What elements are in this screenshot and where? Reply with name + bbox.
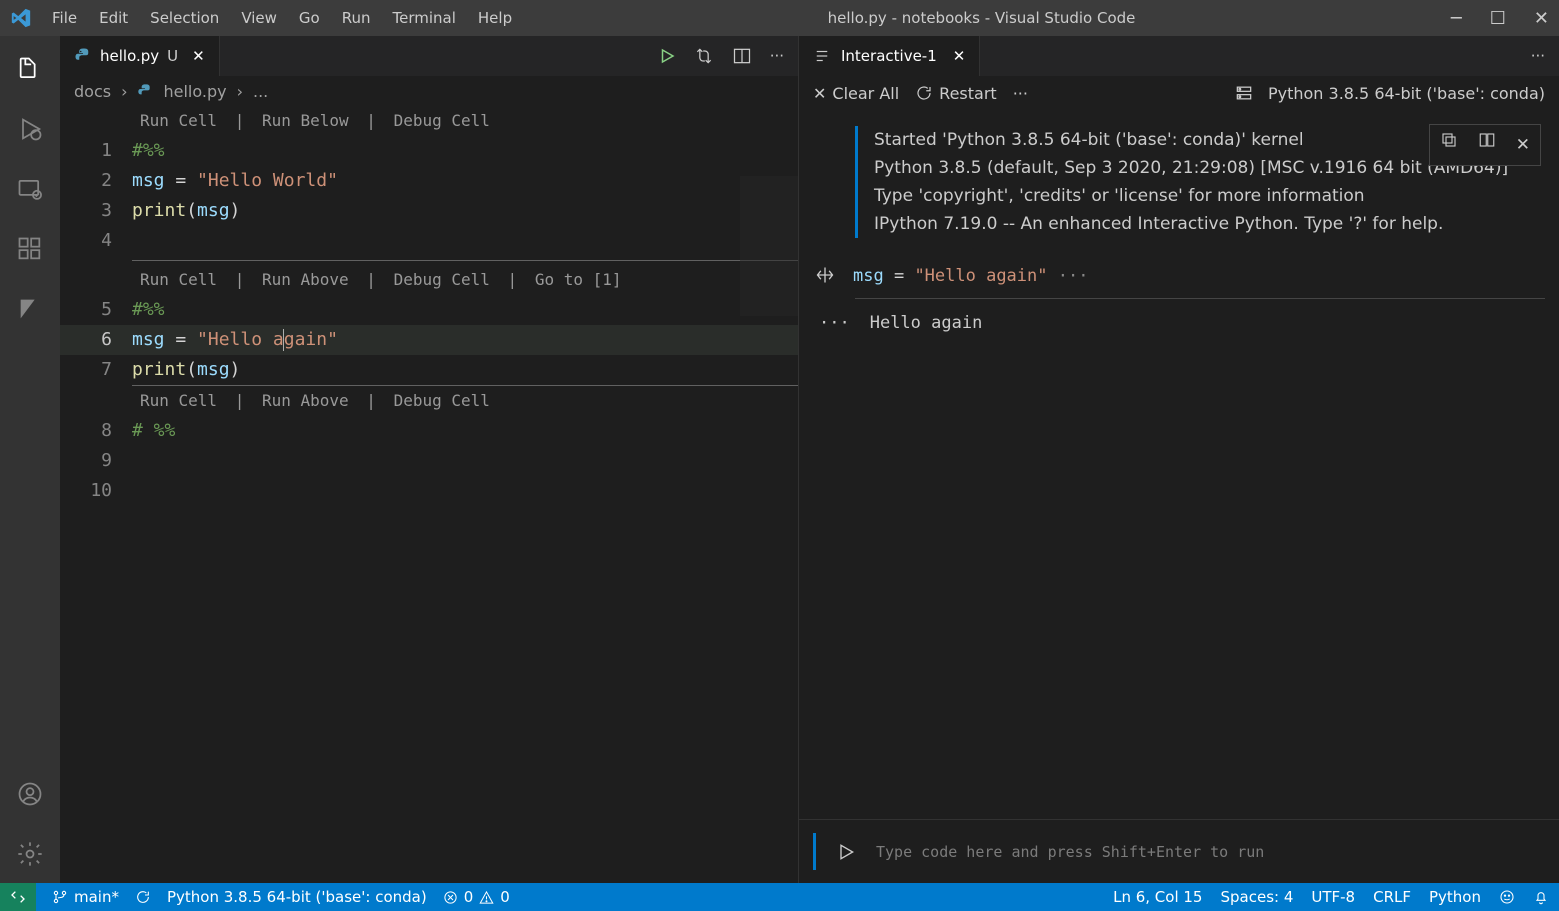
- execute-icon[interactable]: [836, 842, 856, 862]
- split-editor-icon[interactable]: [732, 46, 752, 66]
- python-file-icon: [74, 47, 92, 65]
- status-bar: main* Python 3.8.5 64-bit ('base': conda…: [0, 883, 1559, 911]
- status-indentation[interactable]: Spaces: 4: [1220, 888, 1293, 906]
- git-branch[interactable]: main*: [52, 888, 119, 906]
- interactive-input[interactable]: Type code here and press Shift+Enter to …: [876, 843, 1545, 861]
- title-bar: File Edit Selection View Go Run Terminal…: [0, 0, 1559, 36]
- minimize-icon[interactable]: ─: [1451, 8, 1462, 29]
- activity-bar: [0, 36, 60, 883]
- codelens-cell-1[interactable]: Run Cell | Run Below | Debug Cell: [132, 106, 798, 136]
- run-file-icon[interactable]: [658, 47, 676, 65]
- more-actions-icon[interactable]: ···: [770, 47, 784, 65]
- tab-label: Interactive-1: [841, 47, 937, 65]
- output-collapse-icon[interactable]: ···: [819, 309, 850, 337]
- remote-explorer-icon[interactable]: [15, 174, 45, 204]
- tab-label: hello.py: [100, 47, 159, 65]
- code-line-9[interactable]: [132, 446, 798, 476]
- status-cursor-position[interactable]: Ln 6, Col 15: [1113, 888, 1202, 906]
- notifications-icon[interactable]: [1533, 889, 1549, 905]
- bookmark-icon[interactable]: [15, 294, 45, 324]
- text-cursor: [283, 329, 284, 351]
- menu-edit[interactable]: Edit: [99, 9, 128, 27]
- settings-gear-icon[interactable]: [15, 839, 45, 869]
- python-file-icon: [137, 83, 153, 99]
- vscode-logo-icon: [10, 7, 32, 29]
- cell-floating-toolbar: ✕: [1429, 124, 1541, 166]
- remote-indicator[interactable]: [0, 883, 36, 911]
- editor-tabs: hello.py U ✕ ···: [60, 36, 798, 76]
- tab-close-icon[interactable]: ✕: [192, 47, 205, 65]
- explorer-icon[interactable]: [15, 54, 45, 84]
- tab-modified-badge: U: [167, 47, 178, 65]
- cell-code[interactable]: msg = "Hello again" ···: [853, 262, 1088, 290]
- more-actions-icon[interactable]: ···: [1013, 84, 1028, 103]
- menu-view[interactable]: View: [241, 9, 277, 27]
- minimap[interactable]: [740, 176, 798, 316]
- code-line-10[interactable]: [132, 476, 798, 506]
- code-line-3[interactable]: print(msg): [132, 196, 798, 226]
- breadcrumb-folder[interactable]: docs: [74, 82, 111, 101]
- breadcrumbs[interactable]: docs › hello.py › ...: [60, 76, 798, 106]
- codelens-cell-2[interactable]: Run Cell | Run Above | Debug Cell | Go t…: [132, 260, 798, 295]
- code-line-6[interactable]: msg = "Hello again": [132, 325, 798, 355]
- status-interpreter[interactable]: Python 3.8.5 64-bit ('base': conda): [167, 888, 427, 906]
- tab-interactive[interactable]: Interactive-1 ✕: [799, 36, 980, 76]
- extensions-icon[interactable]: [15, 234, 45, 264]
- interactive-toolbar: ✕ Clear All Restart ··· Python 3.8.5 64-…: [799, 76, 1559, 110]
- tab-hello-py[interactable]: hello.py U ✕: [60, 36, 220, 76]
- menu-help[interactable]: Help: [478, 9, 512, 27]
- interactive-tabs: Interactive-1 ✕ ···: [799, 36, 1559, 76]
- status-eol[interactable]: CRLF: [1373, 888, 1411, 906]
- kernel-icon: [1234, 83, 1254, 103]
- maximize-icon[interactable]: ☐: [1490, 8, 1506, 29]
- banner-line: Type 'copyright', 'credits' or 'license'…: [874, 182, 1545, 210]
- menu-bar: File Edit Selection View Go Run Terminal…: [52, 9, 512, 27]
- code-editor[interactable]: Run Cell | Run Below | Debug Cell 1#%% 2…: [60, 106, 798, 883]
- feedback-icon[interactable]: [1499, 889, 1515, 905]
- close-icon[interactable]: ✕: [1534, 8, 1549, 29]
- menu-terminal[interactable]: Terminal: [393, 9, 456, 27]
- code-line-4[interactable]: [132, 226, 798, 256]
- code-line-7[interactable]: print(msg): [132, 355, 798, 386]
- code-line-2[interactable]: msg = "Hello World": [132, 166, 798, 196]
- expand-cell-icon[interactable]: [815, 265, 837, 287]
- sync-icon[interactable]: [135, 889, 151, 905]
- codelens-cell-3[interactable]: Run Cell | Run Above | Debug Cell: [132, 386, 798, 416]
- compare-changes-icon[interactable]: [694, 46, 714, 66]
- accounts-icon[interactable]: [15, 779, 45, 809]
- kernel-selector[interactable]: Python 3.8.5 64-bit ('base': conda): [1268, 84, 1545, 103]
- clear-all-button[interactable]: ✕ Clear All: [813, 84, 899, 103]
- run-debug-icon[interactable]: [15, 114, 45, 144]
- menu-selection[interactable]: Selection: [150, 9, 219, 27]
- interactive-output[interactable]: ✕ Started 'Python 3.8.5 64-bit ('base': …: [799, 110, 1559, 819]
- delete-cell-icon[interactable]: ✕: [1516, 131, 1530, 159]
- code-line-8[interactable]: # %%: [132, 416, 798, 446]
- tab-close-icon[interactable]: ✕: [953, 47, 966, 65]
- window-title: hello.py - notebooks - Visual Studio Cod…: [532, 9, 1431, 27]
- cell-output: Hello again: [870, 309, 983, 337]
- menu-go[interactable]: Go: [299, 9, 320, 27]
- menu-file[interactable]: File: [52, 9, 77, 27]
- status-encoding[interactable]: UTF-8: [1311, 888, 1355, 906]
- copy-icon[interactable]: [1440, 131, 1458, 159]
- status-problems[interactable]: 0 0: [443, 888, 510, 906]
- code-line-5[interactable]: #%%: [132, 295, 798, 325]
- code-line-1[interactable]: #%%: [132, 136, 798, 166]
- banner-line: IPython 7.19.0 -- An enhanced Interactiv…: [874, 210, 1545, 238]
- status-language[interactable]: Python: [1429, 888, 1481, 906]
- interactive-icon: [813, 47, 831, 65]
- breadcrumb-file[interactable]: hello.py: [163, 82, 226, 101]
- split-cell-icon[interactable]: [1478, 131, 1496, 159]
- breadcrumb-tail[interactable]: ...: [253, 82, 268, 101]
- more-actions-icon[interactable]: ···: [1531, 47, 1545, 65]
- restart-button[interactable]: Restart: [915, 84, 997, 103]
- menu-run[interactable]: Run: [342, 9, 371, 27]
